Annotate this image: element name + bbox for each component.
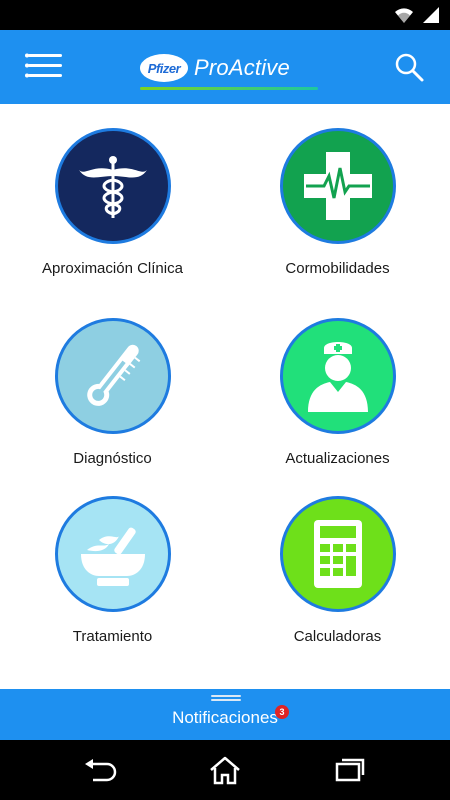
tile-circle <box>54 318 171 434</box>
notifications-label: Notificaciones <box>172 708 278 727</box>
tile-circle <box>54 496 171 612</box>
home-icon <box>210 756 240 785</box>
caduceus-icon <box>78 156 147 218</box>
wifi-icon <box>395 8 413 23</box>
tile-circle <box>54 128 171 244</box>
tile-actualizaciones[interactable]: Actualizaciones <box>225 318 450 467</box>
back-icon <box>85 759 117 782</box>
notifications-count-badge: 3 <box>275 705 289 719</box>
tile-label: Diagnóstico <box>73 450 152 467</box>
hamburger-menu-icon <box>25 53 62 78</box>
recent-apps-icon <box>335 758 365 782</box>
tile-label: Cormobilidades <box>285 260 390 277</box>
status-bar <box>0 0 450 30</box>
tile-aproximacion-clinica[interactable]: Aproximación Clínica <box>0 128 225 277</box>
tile-label: Aproximación Clínica <box>42 260 183 277</box>
tile-diagnostico[interactable]: Diagnóstico <box>0 318 225 467</box>
tile-cormobilidades[interactable]: Cormobilidades <box>225 128 450 277</box>
search-button[interactable] <box>392 50 426 84</box>
thermometer-icon <box>86 344 140 406</box>
nurse-icon <box>307 342 368 412</box>
app-logo: Pfizer ProActive <box>140 48 320 90</box>
logo-underline <box>140 87 318 90</box>
signal-icon <box>423 7 439 23</box>
tile-circle <box>279 496 396 612</box>
tile-tratamiento[interactable]: Tratamiento <box>0 496 225 645</box>
mortar-pestle-icon <box>80 527 145 586</box>
app-bar: Pfizer ProActive <box>0 30 450 104</box>
tile-circle <box>279 128 396 244</box>
tile-label: Actualizaciones <box>285 450 390 467</box>
tile-circle <box>279 318 396 434</box>
home-button[interactable] <box>205 754 245 786</box>
tile-label: Calculadoras <box>293 628 382 645</box>
hamburger-menu-button[interactable] <box>22 50 66 84</box>
tile-label: Tratamiento <box>72 628 153 645</box>
menu-grid: Aproximación Clínica Cormobilidades Diag… <box>0 104 450 689</box>
system-nav-bar <box>0 740 450 800</box>
notifications-drawer-button[interactable]: Notificaciones 3 <box>0 689 450 740</box>
tile-calculadoras[interactable]: Calculadoras <box>225 496 450 645</box>
drawer-handle-icon <box>211 695 241 701</box>
calculator-icon <box>313 520 362 588</box>
back-button[interactable] <box>80 754 120 786</box>
medical-cross-icon <box>303 152 372 220</box>
search-icon <box>395 53 424 82</box>
recent-apps-button[interactable] <box>330 754 370 786</box>
app-title: ProActive <box>194 55 290 80</box>
pfizer-logo-mark: Pfizer <box>140 54 188 82</box>
